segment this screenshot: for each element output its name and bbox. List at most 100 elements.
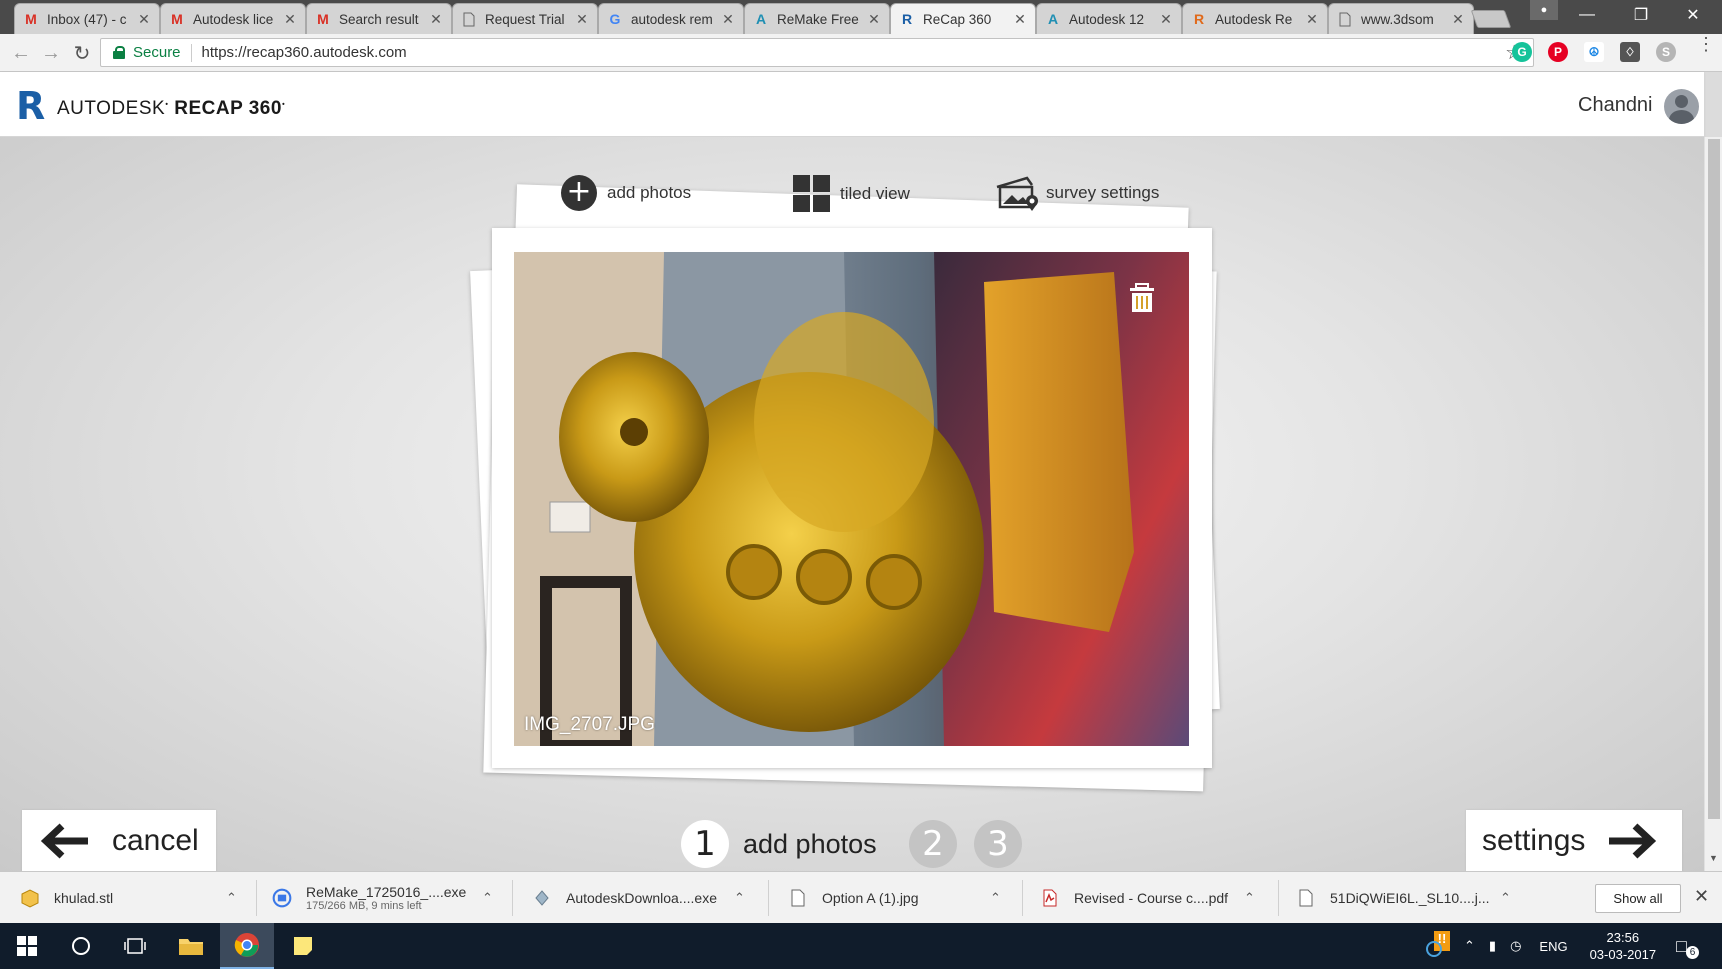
chevron-up-icon[interactable]: ⌃: [990, 890, 1001, 906]
close-icon[interactable]: ✕: [575, 11, 589, 28]
close-icon[interactable]: ✕: [137, 11, 151, 28]
skype-icon[interactable]: S: [1656, 42, 1676, 62]
battery-icon[interactable]: ▮: [1489, 938, 1496, 954]
windows-start-icon[interactable]: [0, 923, 54, 969]
close-icon[interactable]: ✕: [1159, 11, 1173, 28]
close-icon[interactable]: ✕: [1013, 11, 1027, 28]
tab-3dsom[interactable]: www.3dsom ✕: [1328, 3, 1474, 34]
add-photos-button[interactable]: + add photos: [561, 175, 691, 211]
sticky-notes-icon[interactable]: [276, 923, 330, 969]
brand-prefix: AUTODESK: [57, 98, 166, 119]
close-icon[interactable]: ✕: [1451, 11, 1465, 28]
grammarly-icon[interactable]: G: [1512, 42, 1532, 62]
download-item[interactable]: 51DiQWiEI6L._SL10....j... ⌃: [1296, 872, 1516, 924]
chevron-up-icon[interactable]: ⌃: [1500, 890, 1511, 906]
tab-google-search[interactable]: G autodesk rem ✕: [598, 3, 744, 34]
tab-label: Autodesk lice: [193, 11, 274, 27]
tab-label: autodesk rem: [631, 11, 713, 27]
arrow-left-icon: [40, 823, 88, 859]
close-window-button[interactable]: ✕: [1670, 0, 1716, 30]
language-indicator[interactable]: ENG: [1539, 939, 1567, 954]
golden-statue-photo: [514, 252, 1189, 746]
tab-autodesk-license[interactable]: M Autodesk lice ✕: [160, 3, 306, 34]
tab-autodesk-123[interactable]: A Autodesk 12 ✕: [1036, 3, 1182, 34]
avatar[interactable]: [1664, 89, 1699, 124]
minimize-button[interactable]: —: [1564, 0, 1610, 30]
package-icon: [21, 889, 39, 908]
chevron-up-icon[interactable]: ⌃: [1244, 890, 1255, 906]
tab-autodesk-recap[interactable]: R Autodesk Re ✕: [1182, 3, 1328, 34]
profile-icon[interactable]: ●: [1530, 0, 1558, 20]
pinterest-icon[interactable]: P: [1548, 42, 1568, 62]
photo-preview[interactable]: [514, 252, 1189, 746]
download-item[interactable]: ReMake_1725016_....exe 175/266 MB, 9 min…: [272, 872, 493, 924]
reload-icon[interactable]: ↻: [71, 42, 93, 65]
recap-logo-icon[interactable]: R: [16, 87, 45, 125]
chevron-up-icon[interactable]: ⌃: [226, 890, 237, 906]
browser-menu-icon[interactable]: ⋮: [1697, 35, 1715, 53]
brand-product: RECAP 360: [174, 98, 282, 119]
cortana-search-icon[interactable]: [54, 923, 108, 969]
tab-search-results[interactable]: M Search result ✕: [306, 3, 452, 34]
close-icon[interactable]: ✕: [721, 11, 735, 28]
download-name: 51DiQWiEI6L._SL10....j...: [1330, 890, 1490, 906]
download-item[interactable]: Revised - Course c....pdf ⌃: [1040, 872, 1260, 924]
tab-recap-360[interactable]: R ReCap 360 ✕: [890, 3, 1036, 34]
url-text[interactable]: https://recap360.autodesk.com: [202, 44, 407, 61]
divider: [1022, 880, 1023, 916]
tiled-view-button[interactable]: tiled view: [793, 175, 910, 212]
wifi-icon[interactable]: ◷: [1510, 938, 1521, 954]
download-name: ReMake_1725016_....exe: [306, 884, 467, 900]
plus-circle-icon: +: [561, 175, 597, 211]
trash-icon[interactable]: [1128, 282, 1156, 314]
survey-settings-button[interactable]: survey settings: [994, 175, 1159, 211]
download-item[interactable]: khulad.stl ⌃: [20, 872, 240, 924]
tab-inbox[interactable]: M Inbox (47) - c ✕: [14, 3, 160, 34]
update-alert-icon[interactable]: !!: [1424, 931, 1454, 961]
show-all-downloads-button[interactable]: Show all: [1595, 884, 1681, 913]
settings-next-button[interactable]: settings: [1466, 810, 1682, 872]
close-icon[interactable]: ✕: [283, 11, 297, 28]
google-icon: G: [609, 11, 621, 27]
download-name: khulad.stl: [54, 890, 114, 906]
tab-label: Autodesk Re: [1215, 11, 1293, 27]
chevron-up-icon[interactable]: ⌃: [1464, 938, 1475, 954]
restore-button[interactable]: ❐: [1618, 0, 1664, 30]
new-tab-button[interactable]: [1470, 10, 1512, 28]
step-2-indicator[interactable]: 2: [909, 820, 957, 868]
step-3-indicator[interactable]: 3: [974, 820, 1022, 868]
extension-icon[interactable]: ♢: [1620, 42, 1640, 62]
close-icon[interactable]: ✕: [1305, 11, 1319, 28]
file-explorer-icon[interactable]: [164, 923, 218, 969]
forward-icon[interactable]: →: [40, 42, 62, 64]
close-icon[interactable]: ✕: [1694, 886, 1709, 907]
clock[interactable]: 23:56 03-03-2017: [1590, 929, 1657, 963]
cancel-button[interactable]: cancel: [22, 810, 216, 872]
extension-icon[interactable]: ☮: [1584, 42, 1604, 62]
scroll-down-icon[interactable]: ▼: [1709, 853, 1718, 863]
tab-request-trial[interactable]: Request Trial ✕: [452, 3, 598, 34]
pdf-icon: [1043, 889, 1057, 907]
notification-count-badge: 6: [1686, 945, 1700, 959]
download-item[interactable]: AutodeskDownloa....exe ⌃: [532, 872, 752, 924]
chevron-up-icon[interactable]: ⌃: [482, 890, 493, 906]
back-icon[interactable]: ←: [10, 42, 32, 64]
close-icon[interactable]: ✕: [429, 11, 443, 28]
scrollbar[interactable]: ▲ ▼: [1704, 137, 1722, 871]
notifications-icon[interactable]: □ 6: [1676, 936, 1700, 959]
clock-time: 23:56: [1606, 930, 1640, 945]
divider: [1278, 880, 1279, 916]
download-item[interactable]: Option A (1).jpg ⌃: [788, 872, 1008, 924]
tab-label: Inbox (47) - c: [47, 11, 127, 27]
divider: [512, 880, 513, 916]
close-icon[interactable]: ✕: [867, 11, 881, 28]
chrome-taskbar-icon[interactable]: [220, 923, 274, 969]
scrollbar-thumb[interactable]: [1708, 139, 1720, 819]
task-view-icon[interactable]: [108, 923, 162, 969]
file-icon: [791, 889, 805, 907]
app-brand[interactable]: AUTODESK• RECAP 360•: [57, 98, 285, 120]
chevron-up-icon[interactable]: ⌃: [734, 890, 745, 906]
tab-remake-free[interactable]: A ReMake Free ✕: [744, 3, 890, 34]
user-name[interactable]: Chandni: [1578, 94, 1653, 117]
address-bar[interactable]: Secure https://recap360.autodesk.com ☆: [100, 38, 1534, 67]
